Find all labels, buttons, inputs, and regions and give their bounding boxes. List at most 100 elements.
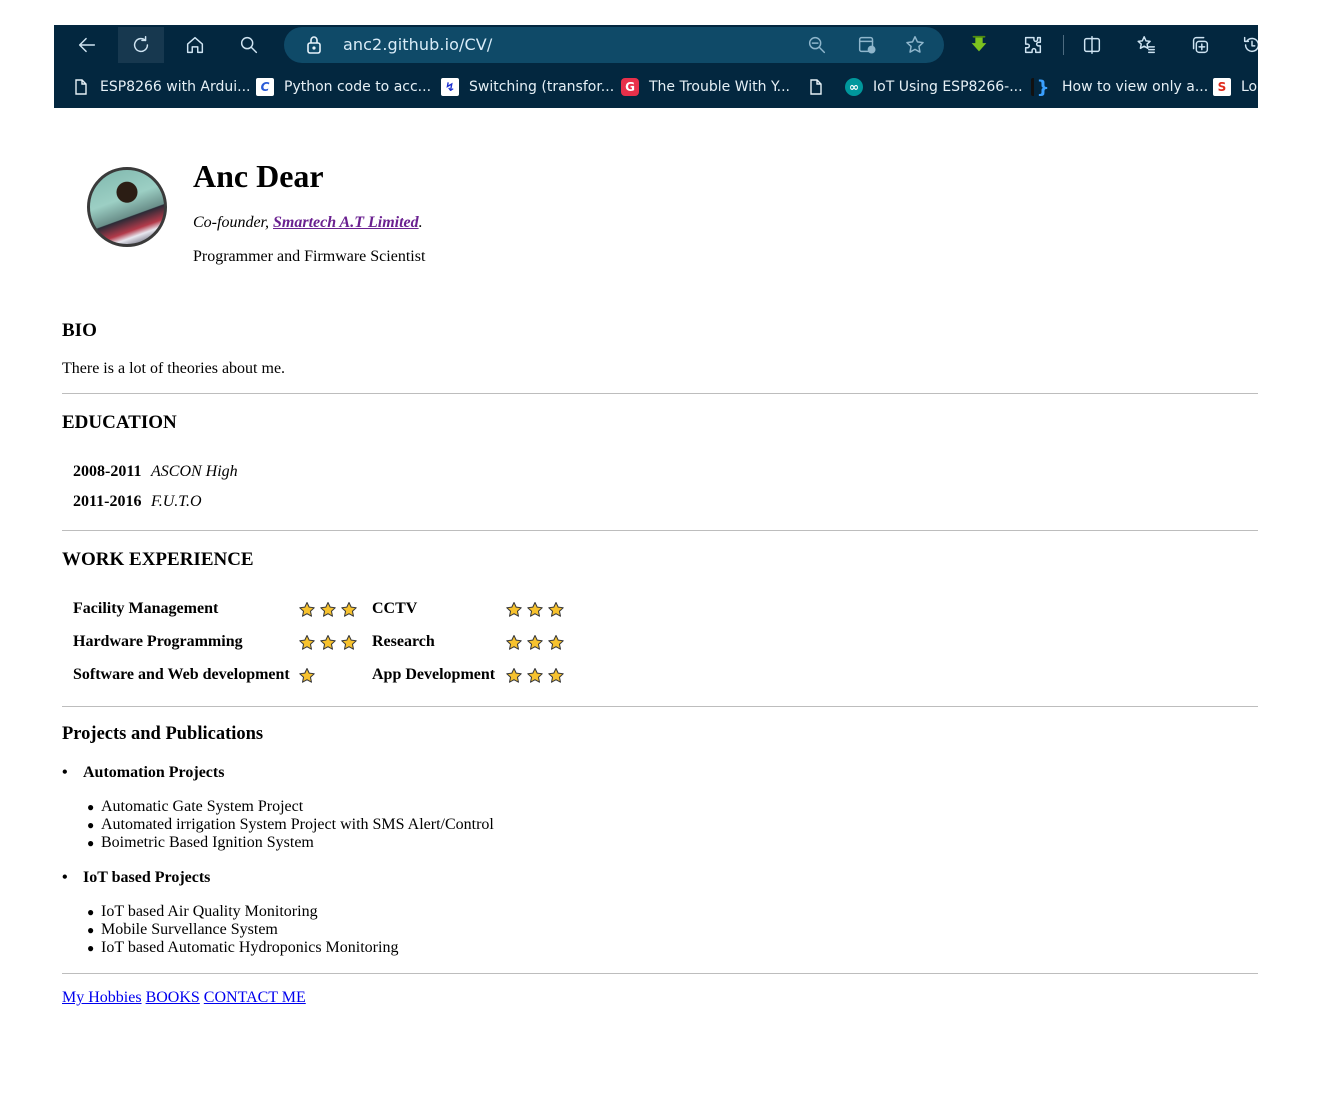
project-item-label: IoT based Air Quality Monitoring	[101, 903, 318, 920]
app-available-icon[interactable]	[856, 34, 878, 56]
extensions-icon	[1024, 36, 1042, 54]
bookmark-item[interactable]: } How to view only a...	[1031, 75, 1208, 99]
work-heading: WORK EXPERIENCE	[62, 549, 254, 570]
bookmark-item[interactable]	[807, 75, 835, 99]
toolbar-divider	[1063, 35, 1064, 55]
project-group-label: Automation Projects	[83, 764, 225, 781]
bio-text: There is a lot of theories about me.	[62, 360, 286, 377]
extensions-button[interactable]	[1010, 27, 1056, 63]
project-item: ● IoT based Automatic Hydroponics Monitor…	[87, 939, 398, 957]
profile-tagline: Programmer and Firmware Scientist	[193, 248, 426, 265]
browser-toolbar: anc2.github.io/CV/	[54, 25, 1258, 65]
avatar	[87, 167, 167, 247]
projects-heading: Projects and Publications	[62, 724, 264, 744]
favorite-star-icon[interactable]	[904, 34, 926, 56]
collections-icon	[1192, 36, 1209, 54]
education-row: 2008-2011 ASCON High	[73, 463, 238, 481]
star-icon	[319, 601, 337, 624]
back-button[interactable]	[64, 27, 110, 63]
bookmark-item[interactable]: ∞ IoT Using ESP8266-...	[845, 75, 1023, 99]
bullet-icon: •	[62, 869, 68, 886]
skill-rating	[298, 601, 358, 624]
project-group-label: IoT based Projects	[83, 869, 211, 886]
profile-name: Anc Dear	[193, 158, 324, 194]
project-item-label: Boimetric Based Ignition System	[101, 834, 314, 851]
back-icon	[78, 37, 96, 53]
skill-rating	[505, 601, 565, 624]
page-icon	[807, 78, 825, 96]
education-school: ASCON High	[151, 463, 238, 480]
role-prefix: Co-founder,	[193, 214, 273, 231]
footer-links: My Hobbies BOOKS CONTACT ME	[62, 989, 310, 1007]
bio-heading: BIO	[62, 320, 97, 341]
education-heading: EDUCATION	[62, 412, 177, 433]
skill-name: Research	[372, 633, 435, 650]
browser-chrome: anc2.github.io/CV/ ESP8266 with Ardui...…	[54, 25, 1258, 108]
education-years: 2011-2016	[73, 493, 142, 510]
hobbies-link[interactable]: My Hobbies	[62, 989, 142, 1006]
url-text[interactable]: anc2.github.io/CV/	[343, 35, 492, 54]
download-button[interactable]	[956, 27, 1002, 63]
bookmark-label: ESP8266 with Ardui...	[100, 79, 251, 95]
divider	[62, 393, 1258, 394]
bookmark-label: Lo	[1241, 79, 1258, 95]
bullet-icon: ●	[87, 923, 95, 937]
divider	[62, 973, 1258, 974]
lock-icon[interactable]	[304, 35, 324, 55]
education-school: F.U.T.O	[151, 493, 202, 510]
education-row: 2011-2016 F.U.T.O	[73, 493, 202, 511]
contact-link[interactable]: CONTACT ME	[204, 989, 306, 1006]
skill-rating	[298, 667, 316, 690]
education-years: 2008-2011	[73, 463, 142, 480]
project-item-label: Automatic Gate System Project	[101, 798, 304, 815]
bookmark-item[interactable]: ESP8266 with Ardui...	[72, 75, 251, 99]
star-icon	[547, 601, 565, 624]
bullet-icon: ●	[87, 941, 95, 955]
bookmark-label: How to view only a...	[1062, 79, 1209, 95]
sparkfun-icon: S	[1213, 78, 1231, 96]
favorites-button[interactable]	[1123, 27, 1169, 63]
zoom-out-icon[interactable]	[806, 34, 828, 56]
skill-name: App Development	[372, 666, 496, 683]
search-icon	[240, 36, 258, 54]
bookmark-item[interactable]: ↯ Switching (transfor...	[441, 75, 614, 99]
project-item: ● Automated irrigation System Project wit…	[87, 816, 494, 834]
bookmark-item[interactable]: G The Trouble With Y...	[621, 75, 790, 99]
bullet-icon: •	[62, 764, 68, 781]
skill-name: Software and Web development	[73, 666, 290, 683]
skill-rating	[505, 634, 565, 657]
bullet-icon: ●	[87, 818, 95, 832]
books-link[interactable]: BOOKS	[146, 989, 200, 1006]
download-icon	[971, 35, 987, 52]
collections-button[interactable]	[1177, 27, 1223, 63]
star-icon	[340, 601, 358, 624]
role-suffix: .	[418, 214, 423, 231]
bolt-icon: ↯	[441, 78, 459, 96]
project-item-label: Automated irrigation System Project with…	[101, 816, 494, 833]
profile-role: Co-founder, Smartech A.T Limited.	[193, 214, 423, 232]
bookmark-item[interactable]: S Lo	[1213, 75, 1257, 99]
bookmark-label: IoT Using ESP8266-...	[873, 79, 1023, 95]
company-link[interactable]: Smartech A.T Limited	[273, 214, 419, 231]
refresh-icon	[133, 36, 149, 53]
favorites-list-icon	[1137, 36, 1155, 54]
refresh-button[interactable]	[118, 27, 164, 63]
star-icon	[505, 634, 523, 657]
star-icon	[526, 634, 544, 657]
skill-rating	[298, 634, 358, 657]
history-button[interactable]	[1229, 27, 1258, 63]
skill-name: CCTV	[372, 600, 418, 617]
star-icon	[319, 634, 337, 657]
search-button[interactable]	[226, 27, 272, 63]
star-icon	[526, 667, 544, 690]
skill-name: Facility Management	[73, 600, 219, 617]
bookmarks-bar: ESP8266 with Ardui... C Python code to a…	[54, 67, 1258, 107]
star-icon	[505, 601, 523, 624]
split-screen-button[interactable]	[1069, 27, 1115, 63]
bullet-icon: ●	[87, 905, 95, 919]
home-button[interactable]	[172, 27, 218, 63]
project-item: ● IoT based Air Quality Monitoring	[87, 903, 318, 921]
divider	[62, 530, 1258, 531]
address-bar[interactable]: anc2.github.io/CV/	[284, 27, 944, 63]
bookmark-item[interactable]: C Python code to acc...	[256, 75, 431, 99]
